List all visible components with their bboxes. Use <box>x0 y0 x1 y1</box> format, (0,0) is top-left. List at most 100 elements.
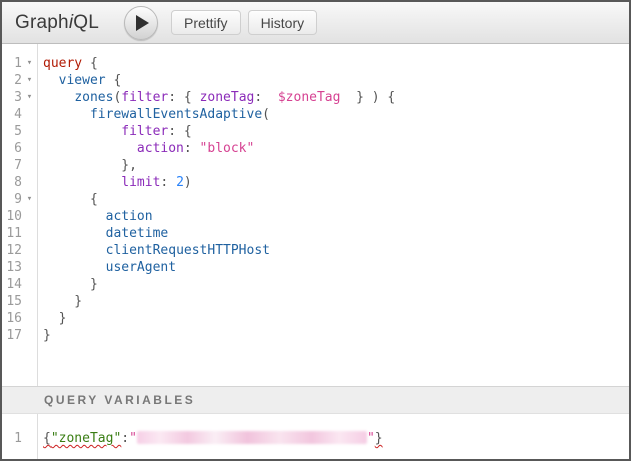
code-token <box>43 124 121 139</box>
code-token: } <box>43 311 66 326</box>
code-token: userAgent <box>106 260 176 275</box>
code-token <box>43 260 106 275</box>
code-token: : <box>121 431 129 446</box>
logo-text-post: QL <box>73 12 99 33</box>
fold-arrow-icon[interactable]: ▾ <box>22 55 37 72</box>
line-number: 12 <box>2 242 22 259</box>
code-token: ) <box>184 175 192 190</box>
variables-editor[interactable]: 1 {"zoneTag":""} <box>2 414 629 459</box>
fold-spacer <box>22 106 37 123</box>
code-token: : { <box>168 90 199 105</box>
code-line[interactable]: viewer { <box>43 72 629 89</box>
line-number: 16 <box>2 310 22 327</box>
code-line[interactable]: filter: { <box>43 123 629 140</box>
code-token <box>43 107 90 122</box>
query-gutter: 1▾2▾3▾456789▾1011121314151617 <box>2 44 38 386</box>
code-token: firewallEventsAdaptive <box>90 107 262 122</box>
fold-arrow-icon[interactable]: ▾ <box>22 89 37 106</box>
query-variables-header[interactable]: QUERY VARIABLES <box>2 386 629 414</box>
code-token: filter <box>121 124 168 139</box>
code-token: { <box>106 73 122 88</box>
code-line[interactable]: datetime <box>43 225 629 242</box>
line-number: 14 <box>2 276 22 293</box>
code-line[interactable]: action: "block" <box>43 140 629 157</box>
graphiql-logo: GraphiQL <box>15 12 99 34</box>
code-line[interactable]: } <box>43 276 629 293</box>
variables-code-line[interactable]: {"zoneTag":""} <box>38 414 629 459</box>
code-token: limit <box>121 175 160 190</box>
code-token: " <box>367 431 375 446</box>
line-number: 15 <box>2 293 22 310</box>
code-token: } <box>43 328 51 343</box>
code-line[interactable]: } <box>43 327 629 344</box>
code-line[interactable]: query { <box>43 55 629 72</box>
code-token: action <box>137 141 184 156</box>
query-editor[interactable]: 1▾2▾3▾456789▾1011121314151617 query { vi… <box>2 44 629 386</box>
code-line[interactable]: }, <box>43 157 629 174</box>
fold-spacer <box>22 259 37 276</box>
fold-spacer <box>22 174 37 191</box>
line-number: 8 <box>2 174 22 191</box>
toolbar: GraphiQL Prettify History <box>2 2 629 44</box>
line-number: 4 <box>2 106 22 123</box>
query-variables-title: QUERY VARIABLES <box>44 393 195 407</box>
code-token: }, <box>43 158 137 173</box>
code-token <box>43 175 121 190</box>
fold-arrow-icon[interactable]: ▾ <box>22 191 37 208</box>
code-token: clientRequestHTTPHost <box>106 243 270 258</box>
code-token: " <box>129 431 137 446</box>
variables-gutter: 1 <box>2 414 38 459</box>
line-number: 11 <box>2 225 22 242</box>
code-token: { <box>43 192 98 207</box>
prettify-button[interactable]: Prettify <box>171 10 241 35</box>
code-token: filter <box>121 90 168 105</box>
code-token <box>43 209 106 224</box>
code-token <box>43 226 106 241</box>
code-token: datetime <box>106 226 169 241</box>
code-token: : <box>254 90 277 105</box>
fold-spacer <box>22 140 37 157</box>
redacted-zone-tag-value <box>137 431 367 444</box>
fold-spacer <box>22 123 37 140</box>
query-code[interactable]: query { viewer { zones(filter: { zoneTag… <box>38 44 629 386</box>
code-token: action <box>106 209 153 224</box>
fold-spacer <box>22 310 37 327</box>
code-line[interactable]: zones(filter: { zoneTag: $zoneTag } ) { <box>43 89 629 106</box>
code-token: : <box>184 141 200 156</box>
line-number: 13 <box>2 259 22 276</box>
code-token: viewer <box>59 73 106 88</box>
code-token: } <box>43 294 82 309</box>
fold-spacer <box>22 327 37 344</box>
code-token: query <box>43 56 82 71</box>
history-button[interactable]: History <box>248 10 318 35</box>
line-number: 1 <box>2 430 22 447</box>
line-number: 9 <box>2 191 22 208</box>
code-line[interactable]: } <box>43 293 629 310</box>
code-token: zones <box>74 90 113 105</box>
fold-spacer <box>22 242 37 259</box>
line-number: 5 <box>2 123 22 140</box>
code-token: : { <box>168 124 191 139</box>
code-token: zoneTag <box>200 90 255 105</box>
code-line[interactable]: limit: 2) <box>43 174 629 191</box>
line-number: 17 <box>2 327 22 344</box>
fold-arrow-icon[interactable]: ▾ <box>22 72 37 89</box>
editor-body: 1▾2▾3▾456789▾1011121314151617 query { vi… <box>2 44 629 459</box>
logo-text-pre: Graph <box>15 12 69 33</box>
code-line[interactable]: userAgent <box>43 259 629 276</box>
code-token: { <box>82 56 98 71</box>
code-line[interactable]: { <box>43 191 629 208</box>
code-token <box>43 73 59 88</box>
line-number: 2 <box>2 72 22 89</box>
code-line[interactable]: clientRequestHTTPHost <box>43 242 629 259</box>
code-token: ( <box>262 107 270 122</box>
code-line[interactable]: } <box>43 310 629 327</box>
line-number: 7 <box>2 157 22 174</box>
play-icon <box>136 15 149 31</box>
code-line[interactable]: firewallEventsAdaptive( <box>43 106 629 123</box>
code-line[interactable]: action <box>43 208 629 225</box>
code-token: $zoneTag <box>278 90 341 105</box>
execute-query-button[interactable] <box>124 6 158 40</box>
code-token <box>43 90 74 105</box>
graphiql-app: GraphiQL Prettify History 1▾2▾3▾456789▾1… <box>0 0 631 461</box>
